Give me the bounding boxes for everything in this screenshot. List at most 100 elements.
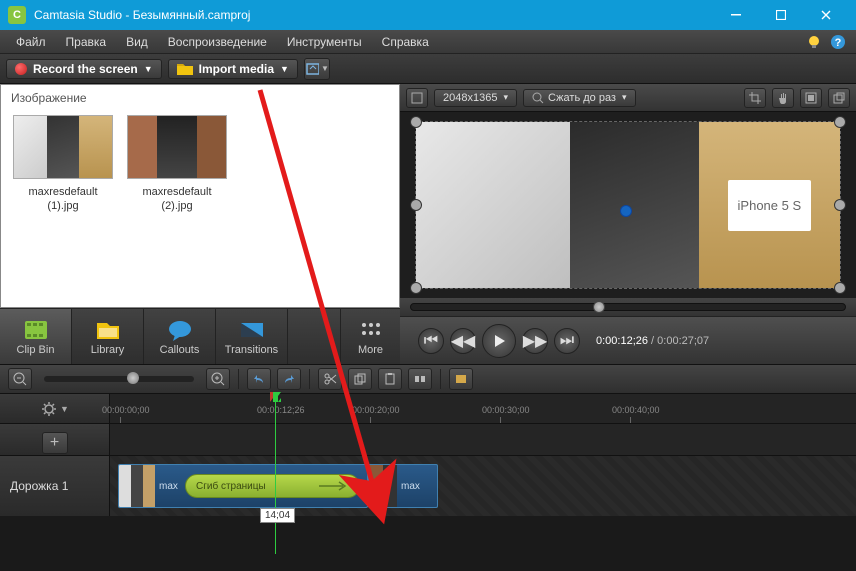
import-media-button[interactable]: Import media ▼ (168, 59, 298, 79)
preview-scrubber[interactable] (400, 298, 856, 316)
preview-canvas[interactable]: iPhone 5 S (400, 112, 856, 298)
copy-icon (353, 372, 367, 386)
thumbnail-image (13, 115, 113, 179)
window-maximize-button[interactable] (758, 0, 803, 30)
window-titlebar: C Camtasia Studio - Безымянный.camproj (0, 0, 856, 30)
split-button[interactable] (408, 368, 432, 390)
share-icon (305, 61, 319, 77)
step-back-button[interactable]: ◀◀ (450, 328, 476, 354)
menu-help[interactable]: Справка (372, 33, 439, 51)
more-icon (360, 321, 382, 339)
menu-play[interactable]: Воспроизведение (158, 33, 277, 51)
media-thumbnail[interactable]: maxresdefault (2).jpg (127, 115, 227, 214)
duration-tooltip: 14;04 (260, 508, 295, 523)
play-button[interactable] (482, 324, 516, 358)
record-screen-button[interactable]: Record the screen ▼ (6, 59, 162, 79)
tab-clip-bin[interactable]: Clip Bin (0, 309, 72, 364)
gear-icon (40, 400, 58, 418)
timeline-clip[interactable]: max (368, 464, 438, 508)
idea-icon[interactable] (806, 34, 822, 50)
media-thumbnail[interactable]: maxresdefault (1).jpg (13, 115, 113, 214)
timecode-display: 0:00:12;26 / 0:00:27;07 (596, 335, 709, 347)
tab-library[interactable]: Library (72, 309, 144, 364)
timeline-options[interactable]: ▼ (0, 394, 110, 423)
timeline-ruler[interactable]: 00:00:00;00 00:00:12;26 00:00:20;00 00:0… (110, 394, 856, 423)
crop-handle[interactable] (834, 282, 846, 294)
tab-more[interactable]: More (340, 309, 400, 364)
app-icon: C (8, 6, 26, 24)
detach-icon (833, 92, 845, 104)
zoom-in-button[interactable] (206, 368, 230, 390)
zoom-slider[interactable] (44, 376, 194, 382)
crop-handle[interactable] (834, 116, 846, 128)
zoom-out-button[interactable] (8, 368, 32, 390)
hand-icon (777, 92, 789, 104)
undo-button[interactable] (247, 368, 271, 390)
paste-button[interactable] (378, 368, 402, 390)
tab-transitions[interactable]: Transitions (216, 309, 288, 364)
step-forward-button[interactable]: ▶▶ (522, 328, 548, 354)
copy-button[interactable] (348, 368, 372, 390)
dimensions-dropdown[interactable]: 2048x1365▾ (434, 89, 517, 107)
shrink-to-fit-dropdown[interactable]: Сжать до раз▾ (523, 89, 636, 107)
add-track-button[interactable]: + (42, 432, 68, 454)
clip-bin-panel: Изображение maxresdefault (1).jpg (0, 84, 400, 308)
menu-view[interactable]: Вид (116, 33, 158, 51)
chevron-down-icon: ▼ (144, 64, 153, 74)
preview-tool-button[interactable] (406, 88, 428, 108)
tool-tabs: Clip Bin Library Callouts Transitions Mo… (0, 308, 400, 364)
slider-thumb[interactable] (127, 372, 139, 384)
transition-pill[interactable]: Сгиб страницы (185, 474, 360, 498)
chevron-down-icon: ▾ (503, 92, 508, 103)
next-clip-button[interactable]: ⏭ (554, 328, 580, 354)
crop-button[interactable] (744, 88, 766, 108)
menu-tools[interactable]: Инструменты (277, 33, 372, 51)
crop-handle[interactable] (410, 116, 422, 128)
track-content[interactable]: max max Сгиб страницы 14;04 (110, 456, 856, 516)
playhead[interactable] (275, 394, 276, 554)
crop-handle[interactable] (834, 199, 846, 211)
crop-handle[interactable] (410, 282, 422, 294)
svg-text:?: ? (835, 37, 842, 49)
clip-label: max (397, 481, 424, 492)
arrow-right-icon (319, 481, 349, 491)
help-icon[interactable]: ? (830, 34, 846, 50)
iphone-box-label: iPhone 5 S (728, 180, 812, 231)
redo-button[interactable] (277, 368, 301, 390)
magnifier-plus-icon (211, 372, 225, 386)
window-minimize-button[interactable] (713, 0, 758, 30)
preview-toolbar: 2048x1365▾ Сжать до раз▾ (400, 84, 856, 112)
chevron-down-icon: ▾ (622, 92, 627, 103)
cut-button[interactable] (318, 368, 342, 390)
menu-bar: Файл Правка Вид Воспроизведение Инструме… (0, 30, 856, 54)
tab-callouts[interactable]: Callouts (144, 309, 216, 364)
fullscreen-icon (805, 92, 817, 104)
track-label[interactable]: Дорожка 1 (0, 456, 110, 516)
rotation-handle[interactable] (620, 205, 632, 217)
thumbnail-label: maxresdefault (1).jpg (13, 185, 113, 214)
pan-button[interactable] (772, 88, 794, 108)
menu-file[interactable]: Файл (6, 33, 56, 51)
clip-bin-header: Изображение (1, 85, 399, 111)
timeline-track: Дорожка 1 max max Сгиб страницы 14;04 (0, 456, 856, 516)
menu-edit[interactable]: Правка (56, 33, 117, 51)
produce-share-button[interactable]: ▼ (304, 58, 330, 80)
marker-button[interactable] (449, 368, 473, 390)
clip-label: max (155, 481, 182, 492)
window-title: Camtasia Studio - Безымянный.camproj (34, 8, 713, 22)
crop-handle[interactable] (410, 199, 422, 211)
library-icon (95, 319, 121, 341)
clip-bin-icon (23, 319, 49, 341)
record-dot-icon (15, 63, 27, 75)
detach-button[interactable] (828, 88, 850, 108)
chevron-down-icon: ▼ (321, 64, 329, 73)
prev-clip-button[interactable]: ⏮ (418, 328, 444, 354)
callouts-icon (167, 319, 193, 341)
scissors-icon (323, 372, 337, 386)
chevron-down-icon: ▼ (280, 64, 289, 74)
scrubber-thumb[interactable] (593, 301, 605, 313)
fullscreen-button[interactable] (800, 88, 822, 108)
marker-icon (454, 372, 468, 386)
window-close-button[interactable] (803, 0, 848, 30)
main-toolbar: Record the screen ▼ Import media ▼ ▼ (0, 54, 856, 84)
